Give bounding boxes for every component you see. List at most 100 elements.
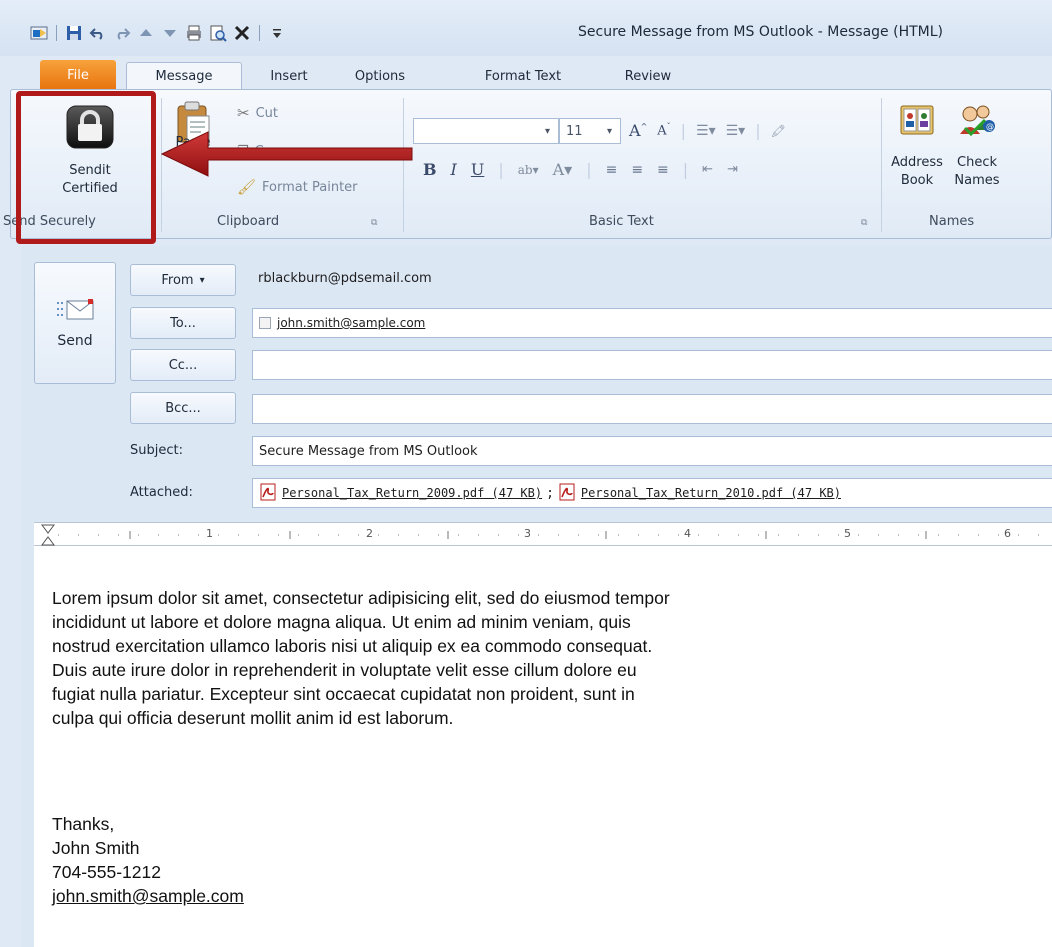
qat-separator	[259, 25, 260, 41]
tab-message[interactable]: Message	[126, 62, 242, 90]
send-label: Send	[57, 333, 93, 349]
print-icon[interactable]	[183, 22, 205, 44]
bcc-field[interactable]	[252, 394, 1052, 424]
send-envelope-icon	[55, 297, 95, 327]
tab-insert[interactable]: Insert	[252, 62, 326, 90]
italic-icon[interactable]: I	[451, 160, 457, 179]
attachment-name: Personal_Tax_Return_2010.pdf (47 KB)	[580, 486, 842, 500]
group-basic-text-label: Basic Text	[589, 214, 654, 229]
ruler-number: 1	[206, 527, 213, 540]
address-book-icon	[898, 102, 936, 146]
subject-field[interactable]: Secure Message from MS Outlook	[252, 436, 1052, 466]
styles-icon[interactable]: 🖍	[771, 124, 786, 138]
cut-button[interactable]: ✂ Cut	[237, 104, 278, 122]
address-book-button[interactable]: Address Book	[887, 102, 947, 190]
cc-button[interactable]: Cc...	[130, 349, 236, 381]
from-value: rblackburn@pdsemail.com	[258, 271, 432, 286]
ruler-ticks	[41, 524, 1039, 546]
qat-separator	[56, 25, 57, 41]
font-tools-row: A^ Aˇ | ☰▾ ☰▾ | 🖍	[629, 121, 786, 140]
bold-icon[interactable]: B	[423, 160, 437, 179]
signature-name: John Smith	[52, 838, 140, 858]
cc-field[interactable]	[252, 350, 1052, 380]
align-center-icon[interactable]: ≡	[631, 162, 643, 178]
attachments-field: Personal_Tax_Return_2009.pdf (47 KB) ; P…	[252, 478, 1052, 508]
signature-email-link[interactable]: john.smith@sample.com	[52, 886, 244, 906]
tab-format-text[interactable]: Format Text	[468, 62, 578, 90]
scissors-icon: ✂	[237, 104, 250, 122]
attached-label: Attached:	[130, 485, 193, 500]
underline-icon[interactable]: U	[471, 160, 484, 179]
attachment-separator: ;	[546, 485, 554, 501]
align-left-icon[interactable]: ≡	[606, 162, 618, 178]
highlight-box	[16, 91, 156, 244]
recipient-token[interactable]: john.smith@sample.com	[259, 316, 425, 330]
pdf-icon	[259, 483, 277, 504]
send-button[interactable]: Send	[34, 262, 116, 384]
numbering-icon[interactable]: ☰▾	[726, 123, 746, 139]
to-field[interactable]: john.smith@sample.com	[252, 308, 1052, 338]
clipboard-launcher-icon[interactable]: ⧉	[371, 218, 377, 228]
from-label: From	[161, 272, 194, 288]
format-painter-label: Format Painter	[262, 179, 358, 195]
save-icon[interactable]	[63, 22, 85, 44]
group-separator	[881, 98, 882, 232]
check-names-label-1: Check	[957, 155, 997, 170]
signature-phone: 704-555-1212	[52, 862, 161, 882]
annotation-arrow	[160, 131, 413, 177]
grow-font-icon[interactable]: A^	[629, 121, 647, 140]
bcc-button[interactable]: Bcc...	[130, 392, 236, 424]
brush-icon: 🖌	[237, 178, 257, 196]
font-name-box[interactable]: ▾	[413, 118, 559, 144]
group-clipboard-label: Clipboard	[217, 214, 280, 229]
redo-icon[interactable]	[111, 22, 133, 44]
tab-file[interactable]: File	[40, 60, 116, 90]
outlook-app-icon[interactable]	[28, 22, 50, 44]
font-dropdown-icon: ▾	[544, 125, 550, 137]
check-names-button[interactable]: @ Check Names	[947, 102, 1007, 190]
ribbon-tabs: File Message Insert Options Format Text …	[0, 56, 1052, 90]
font-size-box[interactable]: 11 ▾	[559, 118, 621, 144]
message-body-text: Lorem ipsum dolor sit amet, consectetur …	[52, 588, 670, 728]
increase-indent-icon[interactable]: ⇥	[727, 162, 738, 177]
address-book-label-1: Address	[891, 155, 943, 170]
check-names-label-2: Names	[954, 173, 1000, 188]
shrink-font-icon[interactable]: Aˇ	[657, 122, 670, 138]
previous-item-icon[interactable]	[135, 22, 157, 44]
pdf-icon	[558, 483, 576, 504]
basic-text-launcher-icon[interactable]: ⧉	[861, 218, 867, 228]
next-item-icon[interactable]	[159, 22, 181, 44]
signature: Thanks, John Smith 704-555-1212 john.smi…	[52, 812, 244, 908]
align-right-icon[interactable]: ≡	[657, 162, 669, 178]
font-size-value: 11	[566, 123, 583, 139]
print-preview-icon[interactable]	[207, 22, 229, 44]
attachment-name: Personal_Tax_Return_2009.pdf (47 KB)	[282, 486, 543, 500]
font-color-icon[interactable]: A▾	[553, 160, 573, 179]
highlight-icon[interactable]: ab▾	[518, 163, 539, 177]
from-dropdown-icon: ▾	[199, 274, 205, 286]
delete-icon[interactable]	[231, 22, 253, 44]
window-title: Secure Message from MS Outlook - Message…	[578, 24, 943, 40]
address-book-label-2: Book	[900, 173, 934, 188]
ruler-number: 2	[366, 527, 373, 540]
ruler-number: 4	[684, 527, 691, 540]
toolbar-separator: |	[755, 121, 761, 140]
bullets-icon[interactable]: ☰▾	[696, 123, 716, 139]
decrease-indent-icon[interactable]: ⇤	[702, 162, 713, 177]
svg-text:@: @	[986, 122, 994, 131]
format-painter-button[interactable]: 🖌 Format Painter	[237, 178, 358, 196]
to-button[interactable]: To...	[130, 307, 236, 339]
subject-value: Secure Message from MS Outlook	[259, 443, 478, 459]
font-size-dropdown-icon: ▾	[606, 125, 612, 137]
customize-qat-icon[interactable]	[266, 22, 288, 44]
from-button[interactable]: From ▾	[130, 264, 236, 296]
outlook-message-window: Secure Message from MS Outlook - Message…	[0, 0, 1052, 947]
cut-label: Cut	[255, 105, 278, 121]
attachment-item[interactable]: Personal_Tax_Return_2009.pdf (47 KB)	[259, 483, 542, 504]
toolbar-separator: |	[586, 160, 592, 179]
attachment-item[interactable]: Personal_Tax_Return_2010.pdf (47 KB)	[558, 483, 841, 504]
check-names-icon: @	[957, 102, 997, 146]
tab-review[interactable]: Review	[608, 62, 688, 90]
undo-icon[interactable]	[87, 22, 109, 44]
tab-options[interactable]: Options	[330, 62, 430, 90]
